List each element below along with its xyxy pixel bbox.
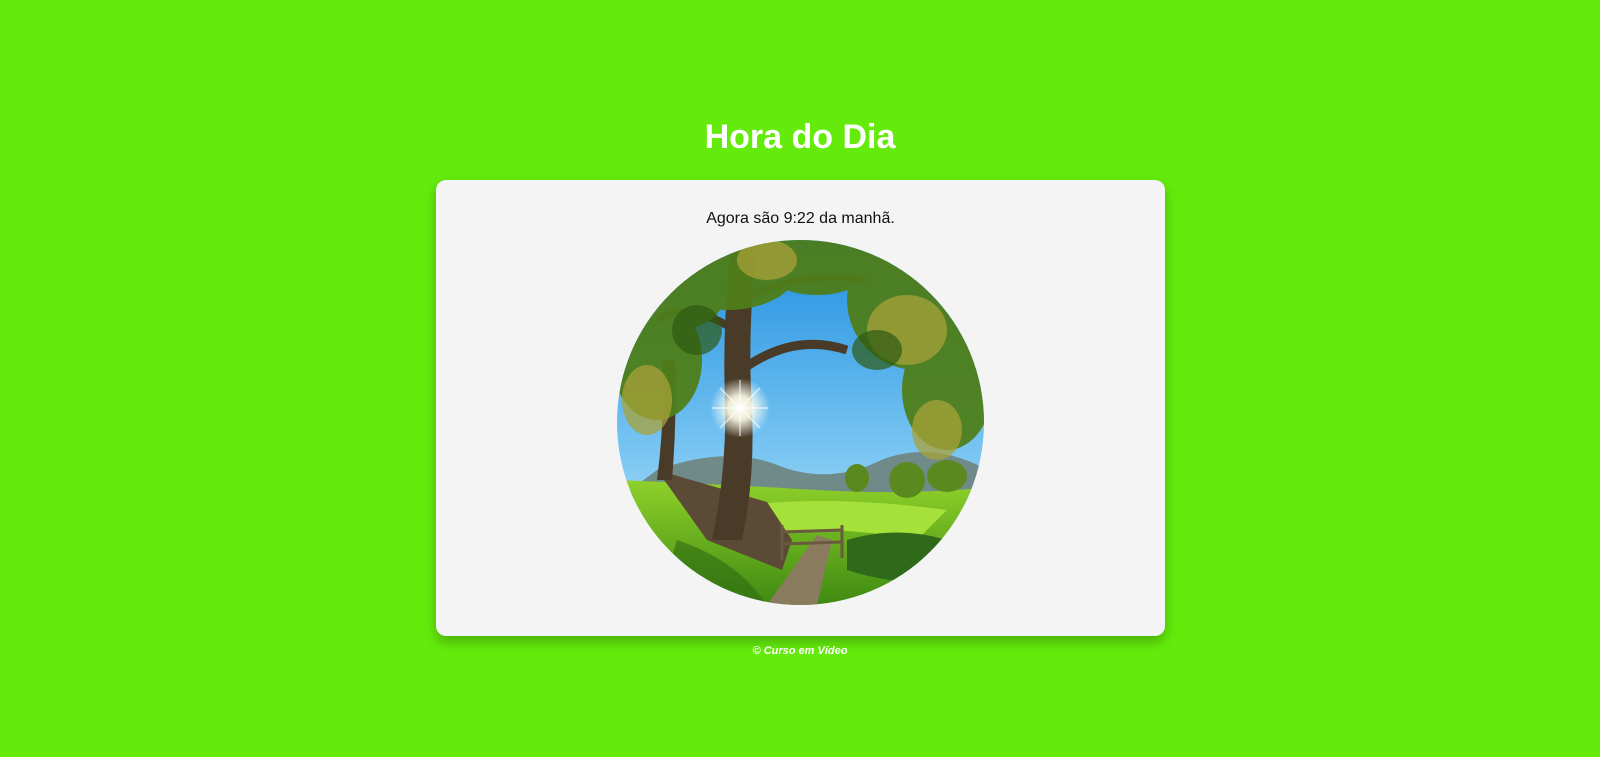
page-title: Hora do Dia: [704, 118, 896, 156]
morning-landscape-image: [617, 240, 984, 605]
content-card: Agora são 9:22 da manhã.: [436, 180, 1165, 636]
time-message: Agora são 9:22 da manhã.: [706, 210, 895, 227]
footer-credit: © Curso em Vídeo: [752, 645, 848, 657]
